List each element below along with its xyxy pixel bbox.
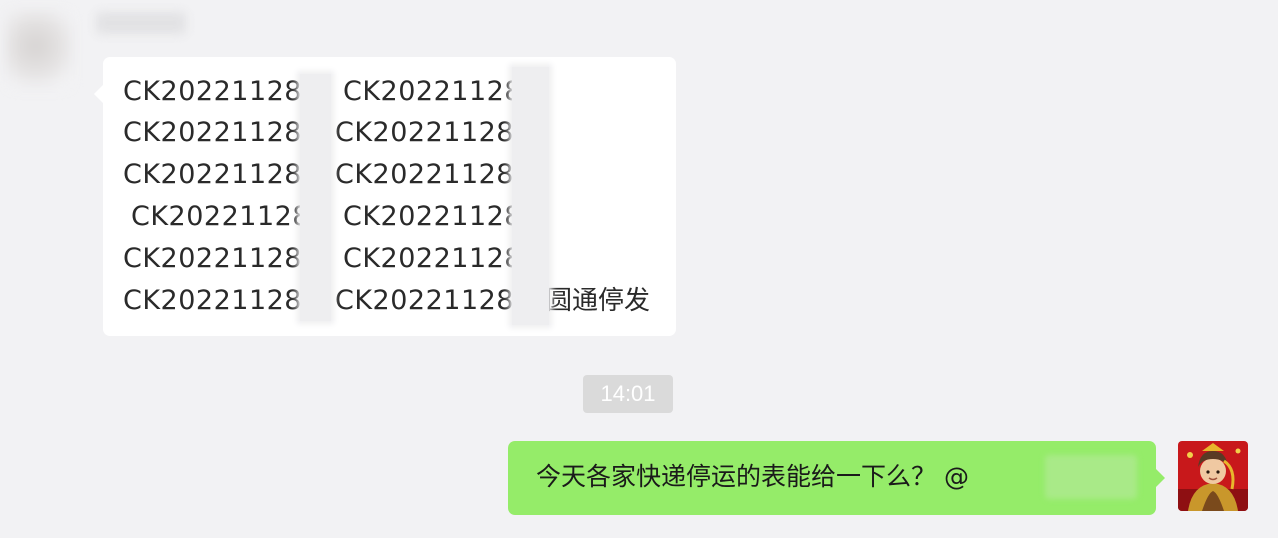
order-number: CK20221128	[123, 285, 302, 316]
order-number: CK20221128	[335, 285, 514, 316]
order-number: CK20221128	[335, 159, 514, 190]
order-number: CK20221128	[343, 76, 522, 107]
outgoing-message-text: 今天各家快递停运的表能给一下么？ @	[536, 462, 969, 491]
mention-redacted	[1045, 455, 1137, 499]
order-number: CK20221128	[123, 243, 302, 274]
redaction-bar	[300, 74, 331, 321]
order-number: CK20221128	[123, 159, 302, 190]
order-number: CK20221128	[123, 117, 302, 148]
order-number: CK20221128	[335, 117, 514, 148]
avatar-illustration-icon	[1178, 441, 1248, 511]
incoming-message-bubble[interactable]: CK20221128 CK20221128 CK20221128 CK20221…	[94, 57, 676, 336]
order-number: CK20221128	[123, 76, 302, 107]
user-avatar[interactable]	[1178, 441, 1248, 511]
order-number: CK20221128	[343, 243, 522, 274]
message-timestamp: 14:01	[583, 375, 673, 413]
sender-avatar[interactable]	[6, 10, 72, 90]
order-number: CK20221128	[343, 201, 522, 232]
order-number: CK20221128	[131, 201, 310, 232]
redaction-bar	[512, 67, 549, 325]
sender-name-redacted	[96, 12, 186, 34]
chat-area: CK20221128 CK20221128 CK20221128 CK20221…	[0, 0, 1278, 538]
outgoing-message-bubble[interactable]: 今天各家快递停运的表能给一下么？ @	[508, 441, 1165, 515]
courier-status-text: 圆通停发	[546, 286, 651, 316]
